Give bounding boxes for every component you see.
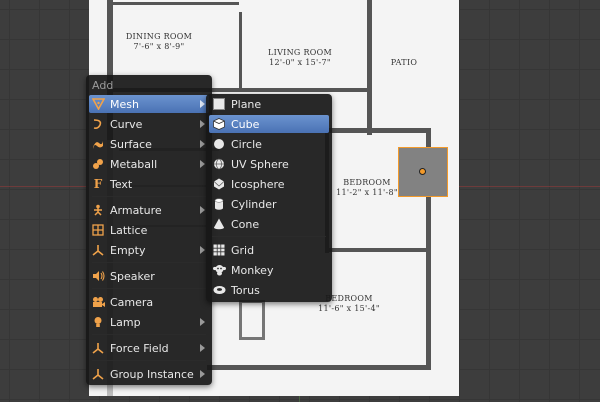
menu-separator [92,262,206,263]
menu-item-grid[interactable]: Grid [209,241,329,259]
submenu-arrow-icon [200,120,205,128]
add-menu: Add Mesh Curve Surface Metaball F Text A… [86,75,212,385]
submenu-arrow-icon [200,206,205,214]
add-menu-title: Add [92,79,114,92]
metaball-icon [91,157,105,171]
lattice-icon [91,223,105,237]
curve-icon [91,117,105,131]
menu-separator [92,288,206,289]
menu-item-mesh[interactable]: Mesh [89,95,209,113]
menu-item-cone[interactable]: Cone [209,215,329,233]
submenu-arrow-icon [200,318,205,326]
menu-item-surface[interactable]: Surface [89,135,209,153]
mesh-icon [91,97,105,111]
menu-item-circle[interactable]: Circle [209,135,329,153]
mesh-submenu: Plane Cube Circle UV Sphere Icosphere Cy… [206,94,332,302]
submenu-arrow-icon [200,344,205,352]
uv-sphere-icon [212,157,226,171]
menu-item-monkey[interactable]: Monkey [209,261,329,279]
menu-item-metaball[interactable]: Metaball [89,155,209,173]
room-label-bedroom-1: BEDROOM 11'-2" x 11'-8" [336,178,398,197]
menu-item-icosphere[interactable]: Icosphere [209,175,329,193]
menu-item-text[interactable]: F Text [89,175,209,193]
menu-item-lattice[interactable]: Lattice [89,221,209,239]
cube-icon [212,117,226,131]
menu-separator [92,334,206,335]
torus-icon [212,283,226,297]
menu-item-group-instance[interactable]: Group Instance [89,365,209,383]
speaker-icon [91,269,105,283]
force-field-icon [91,341,105,355]
submenu-arrow-icon [200,140,205,148]
menu-item-lamp[interactable]: Lamp [89,313,209,331]
grid-icon [212,243,226,257]
menu-item-force-field[interactable]: Force Field [89,339,209,357]
plane-icon [212,97,226,111]
menu-separator [212,236,326,237]
submenu-arrow-icon [200,100,205,108]
text-icon: F [93,177,103,191]
menu-item-cylinder[interactable]: Cylinder [209,195,329,213]
menu-item-uv-sphere[interactable]: UV Sphere [209,155,329,173]
room-label-living: LIVING ROOM 12'-0" x 15'-7" [268,48,332,67]
submenu-arrow-icon [200,370,205,378]
object-origin-dot [419,168,426,175]
room-label-dining: DINING ROOM 7'-6" x 8'-9" [125,32,193,51]
menu-item-torus[interactable]: Torus [209,281,329,299]
menu-item-speaker[interactable]: Speaker [89,267,209,285]
empty-icon [91,243,105,257]
icosphere-icon [212,177,226,191]
menu-item-empty[interactable]: Empty [89,241,209,259]
camera-icon [91,295,105,309]
cylinder-icon [212,197,226,211]
menu-item-armature[interactable]: Armature [89,201,209,219]
group-instance-icon [91,367,105,381]
cone-icon [212,217,226,231]
submenu-arrow-icon [200,246,205,254]
room-label-patio: PATIO [390,58,418,67]
menu-item-cube[interactable]: Cube [209,115,329,133]
monkey-icon [212,263,226,277]
armature-icon [91,203,105,217]
lamp-icon [91,315,105,329]
selected-cube-object[interactable] [398,147,448,197]
menu-separator [92,196,206,197]
menu-item-curve[interactable]: Curve [89,115,209,133]
menu-item-plane[interactable]: Plane [209,95,329,113]
menu-separator [92,360,206,361]
menu-item-camera[interactable]: Camera [89,293,209,311]
submenu-arrow-icon [200,160,205,168]
surface-icon [91,137,105,151]
circle-icon [212,137,226,151]
